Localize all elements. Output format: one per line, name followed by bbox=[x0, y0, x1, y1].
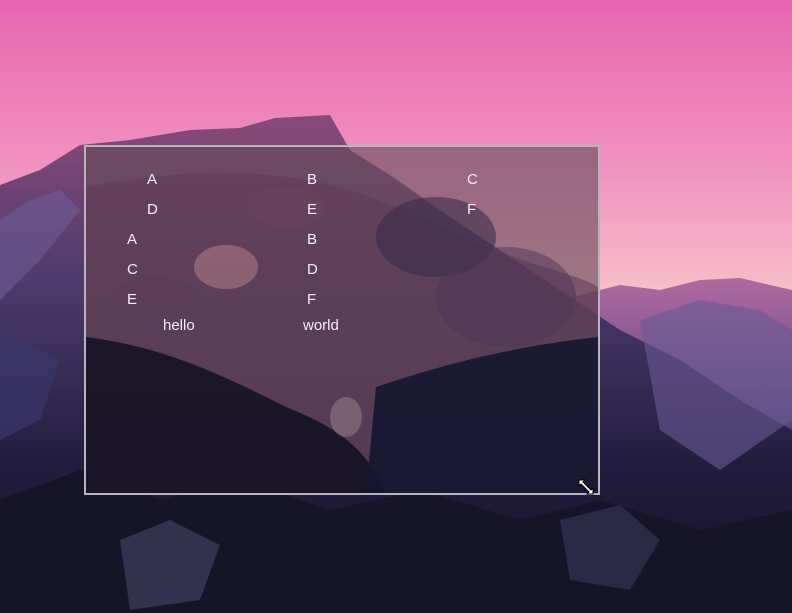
stack-right-item: D bbox=[307, 261, 318, 278]
transparent-window[interactable]: A B C D E F A C E B D F hello world bbox=[84, 145, 600, 495]
grid-label-r2c2: E bbox=[307, 201, 318, 218]
caption-hello: hello bbox=[163, 317, 195, 334]
stack-left-item: E bbox=[127, 291, 138, 308]
stack-right-item: F bbox=[307, 291, 317, 308]
stack-left-item: C bbox=[127, 261, 138, 278]
stack-right-item: B bbox=[307, 231, 318, 248]
grid-label-r1c1: A bbox=[147, 171, 158, 188]
grid-label-r1c3: C bbox=[467, 171, 478, 188]
grid-label-r2c1: D bbox=[147, 201, 158, 218]
resize-diagonal-icon bbox=[577, 478, 595, 496]
grid-label-r2c3: F bbox=[467, 201, 477, 218]
stack-left-item: A bbox=[127, 231, 138, 248]
grid-label-r1c2: B bbox=[307, 171, 318, 188]
caption-world: world bbox=[303, 317, 339, 334]
